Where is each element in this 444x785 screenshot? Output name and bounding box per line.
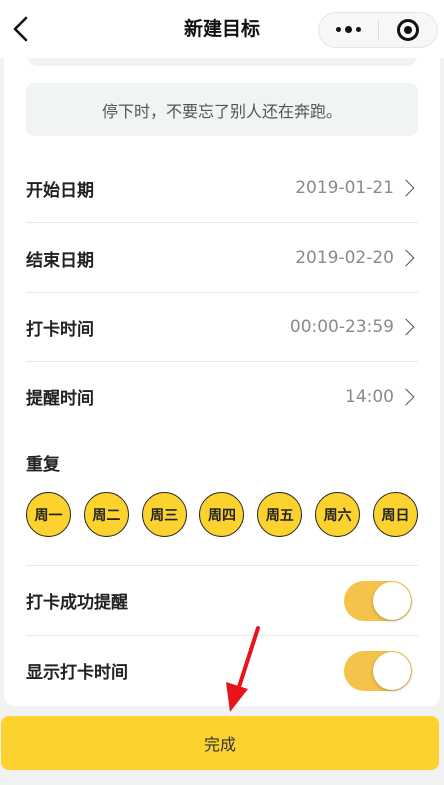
more-dots-icon [336, 26, 361, 33]
checkin-success-reminder-label: 打卡成功提醒 [26, 593, 128, 613]
repeat-days: 周一 周二 周三 周四 周五 周六 周日 [26, 492, 418, 538]
day-thu[interactable]: 周四 [199, 492, 245, 537]
end-date-value: 2019-02-20 [295, 248, 394, 268]
more-button[interactable] [319, 13, 378, 47]
checkin-time-row[interactable]: 打卡时间 00:00-23:59 [26, 293, 418, 362]
reminder-time-label: 提醒时间 [26, 389, 94, 409]
start-date-row[interactable]: 开始日期 2019-01-21 [26, 154, 418, 223]
show-checkin-time-row: 显示打卡时间 [26, 636, 418, 705]
quote-box: 停下时，不要忘了别人还在奔跑。 [26, 83, 418, 136]
done-button-label: 完成 [203, 735, 236, 754]
day-fri[interactable]: 周五 [257, 492, 303, 537]
day-mon[interactable]: 周一 [26, 492, 71, 537]
day-sun[interactable]: 周日 [372, 492, 418, 537]
quote-text: 停下时，不要忘了别人还在奔跑。 [101, 101, 342, 121]
checkin-time-label: 打卡时间 [26, 319, 94, 340]
checkin-time-value: 00:00-23:59 [289, 317, 394, 337]
chevron-right-icon [397, 318, 415, 336]
reminder-time-row[interactable]: 提醒时间 14:00 [26, 362, 418, 431]
show-checkin-time-toggle[interactable] [344, 650, 412, 691]
end-date-label: 结束日期 [26, 250, 94, 271]
close-button[interactable] [379, 13, 437, 47]
repeat-label: 重复 [26, 455, 60, 475]
chevron-right-icon [397, 249, 415, 267]
done-button[interactable]: 完成 [1, 716, 439, 770]
reminder-time-value: 14:00 [345, 386, 394, 407]
end-date-row[interactable]: 结束日期 2019-02-20 [26, 224, 418, 293]
chevron-right-icon [397, 388, 415, 405]
checkin-success-reminder-row: 打卡成功提醒 [26, 566, 418, 635]
form-card: 停下时，不要忘了别人还在奔跑。 开始日期 2019-01-21 结束日期 201… [4, 40, 440, 706]
show-checkin-time-label: 显示打卡时间 [26, 663, 128, 683]
navbar: 新建目标 [0, 0, 444, 58]
menu-capsule [318, 12, 438, 48]
target-close-icon [396, 19, 419, 41]
day-sat[interactable]: 周六 [315, 492, 361, 537]
chevron-right-icon [397, 179, 415, 197]
start-date-label: 开始日期 [26, 180, 94, 201]
day-tue[interactable]: 周二 [83, 492, 129, 537]
start-date-value: 2019-01-21 [295, 178, 394, 198]
day-wed[interactable]: 周三 [141, 492, 187, 537]
checkin-success-reminder-toggle[interactable] [344, 580, 412, 621]
toggle-knob [373, 651, 411, 690]
toggle-knob [373, 581, 411, 620]
